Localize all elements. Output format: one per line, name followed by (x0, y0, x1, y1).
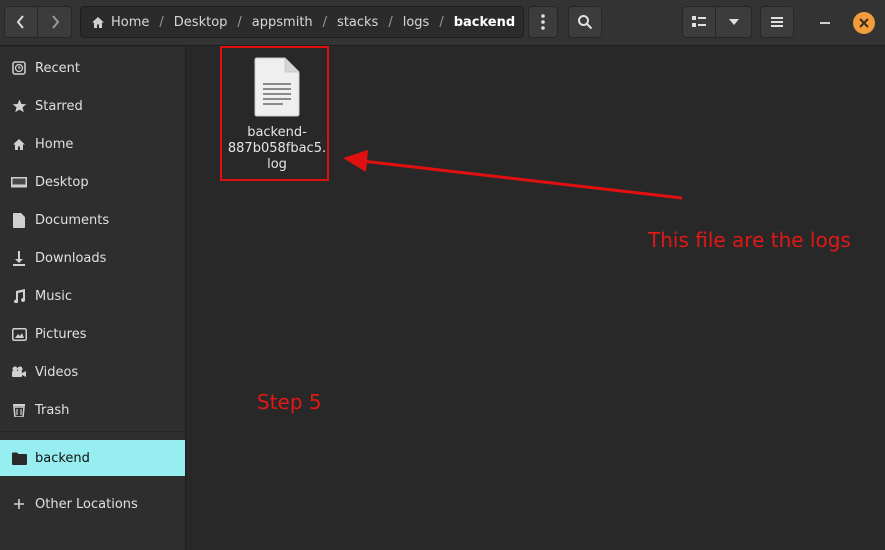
annotation-arrow (343, 150, 683, 200)
annotation-label: This file are the logs (648, 228, 851, 252)
step-label: Step 5 (257, 390, 322, 414)
